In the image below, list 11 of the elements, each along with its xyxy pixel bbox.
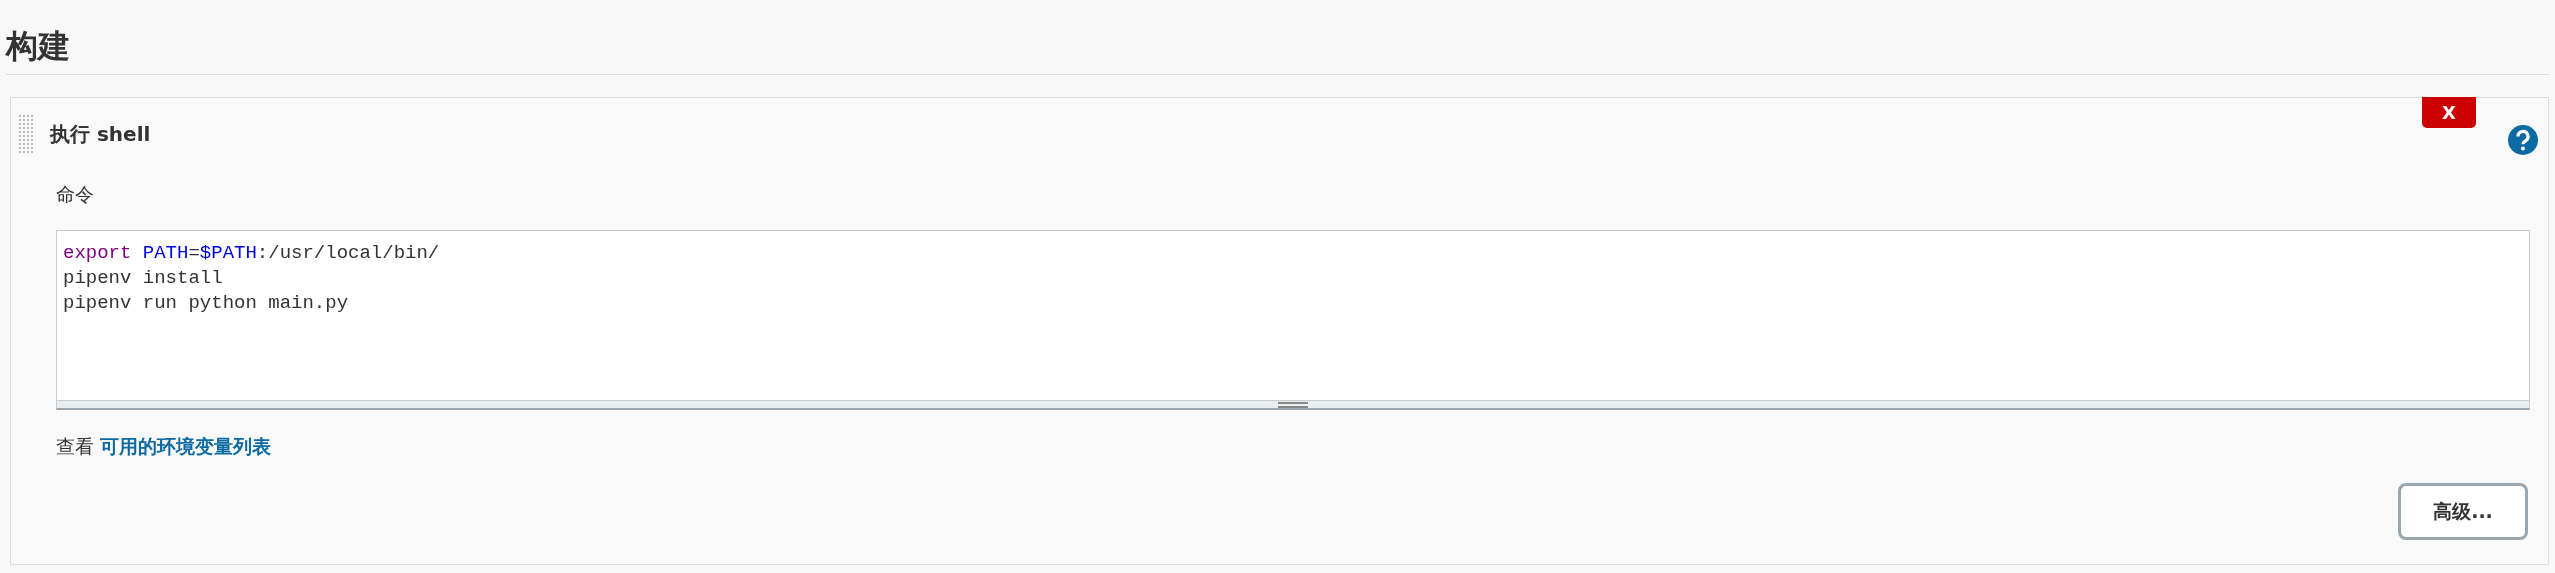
command-field[interactable]: export PATH=$PATH:/usr/local/bin/ pipenv install pipenv run python main.py — [56, 230, 2530, 401]
delete-button[interactable]: X — [2422, 96, 2476, 128]
resize-handle[interactable] — [56, 400, 2530, 411]
advanced-button[interactable]: 高级... — [2398, 482, 2528, 540]
section-title: 构建 — [6, 26, 71, 67]
field-label: 命令 — [56, 181, 95, 207]
help-icon[interactable] — [2508, 124, 2538, 155]
hint-text: 查看 — [56, 435, 94, 458]
grip-icon — [1278, 401, 1308, 408]
env-vars-link[interactable]: 可用的环境变量列表 — [100, 435, 272, 458]
step-title: 执行 shell — [50, 120, 151, 148]
